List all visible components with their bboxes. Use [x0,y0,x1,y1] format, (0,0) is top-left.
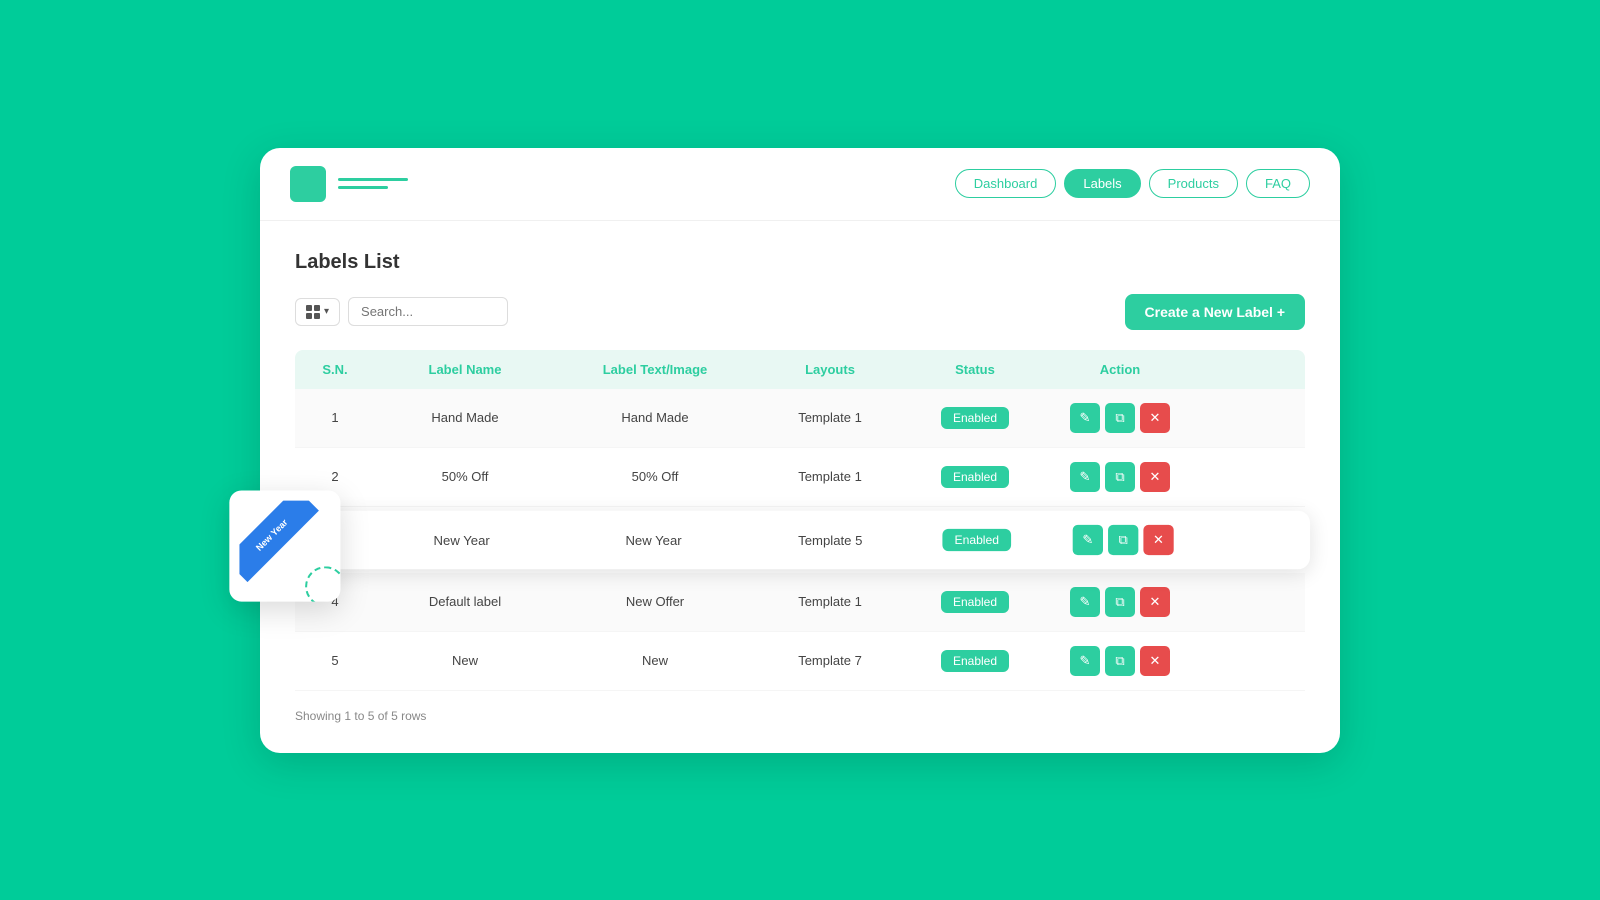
col-layouts: Layouts [755,362,905,377]
cell-status: Enabled [905,636,1045,686]
grid-icon [306,305,320,319]
col-label-text: Label Text/Image [555,362,755,377]
status-badge: Enabled [941,591,1009,613]
nav-buttons: Dashboard Labels Products FAQ [955,169,1310,198]
label-preview-popup: New Year [229,490,340,601]
showing-text: Showing 1 to 5 of 5 rows [295,709,1305,723]
cell-label-name: Hand Made [375,396,555,439]
chevron-down-icon: ▾ [324,306,329,317]
cell-action: ✎ ⧉ ✕ [1045,632,1195,690]
labels-table: S.N. Label Name Label Text/Image Layouts… [295,350,1305,691]
cell-layout: Template 5 [755,518,906,561]
col-label-name: Label Name [375,362,555,377]
nav-faq[interactable]: FAQ [1246,169,1310,198]
status-badge: Enabled [942,528,1011,550]
grid-view-button[interactable]: ▾ [295,298,340,326]
cell-label-text: New Year [553,518,755,561]
cell-label-name: 50% Off [375,455,555,498]
edit-button[interactable]: ✎ [1070,403,1100,433]
search-input[interactable] [348,297,508,326]
cell-layout: Template 1 [755,396,905,439]
status-badge: Enabled [941,650,1009,672]
action-buttons: ✎ ⧉ ✕ [1054,524,1193,554]
ribbon: New Year [239,500,318,581]
cell-label-text: New [555,639,755,682]
table-row: 1 Hand Made Hand Made Template 1 Enabled… [295,389,1305,448]
toolbar-left: ▾ [295,297,508,326]
cell-label-text: 50% Off [555,455,755,498]
page-title: Labels List [295,251,1305,274]
action-buttons: ✎ ⧉ ✕ [1051,403,1189,433]
cell-label-name: New Year [371,518,553,561]
delete-button[interactable]: ✕ [1140,587,1170,617]
copy-button[interactable]: ⧉ [1105,587,1135,617]
cell-status: Enabled [905,577,1045,627]
create-label-button[interactable]: Create a New Label + [1125,294,1305,330]
cell-label-text: New Offer [555,580,755,623]
cell-layout: Template 7 [755,639,905,682]
action-buttons: ✎ ⧉ ✕ [1051,462,1189,492]
action-buttons: ✎ ⧉ ✕ [1051,646,1189,676]
cell-action: ✎ ⧉ ✕ [1045,448,1195,506]
action-buttons: ✎ ⧉ ✕ [1051,587,1189,617]
logo-line-1 [338,178,408,181]
cell-action: ✎ ⧉ ✕ [1047,510,1199,569]
table-header: S.N. Label Name Label Text/Image Layouts… [295,350,1305,389]
delete-button[interactable]: ✕ [1140,462,1170,492]
table-row: 5 New New Template 7 Enabled ✎ ⧉ ✕ [295,632,1305,691]
copy-button[interactable]: ⧉ [1105,403,1135,433]
copy-button[interactable]: ⧉ [1105,646,1135,676]
cell-status: Enabled [905,452,1045,502]
status-badge: Enabled [941,466,1009,488]
delete-button[interactable]: ✕ [1140,403,1170,433]
copy-button[interactable]: ⧉ [1108,524,1138,554]
col-status: Status [905,362,1045,377]
logo-icon [290,166,326,202]
delete-button[interactable]: ✕ [1140,646,1170,676]
top-nav: Dashboard Labels Products FAQ [260,148,1340,221]
table-row: 4 Default label New Offer Template 1 Ena… [295,573,1305,632]
app-window: Dashboard Labels Products FAQ Labels Lis… [260,148,1340,753]
dashed-circle-decoration [305,566,340,601]
content-area: Labels List ▾ Create a New Label + S.N. … [260,221,1340,753]
cell-status: Enabled [906,514,1047,565]
cell-action: ✎ ⧉ ✕ [1045,573,1195,631]
cell-label-name: Default label [375,580,555,623]
edit-button[interactable]: ✎ [1073,524,1103,554]
cell-label-text: Hand Made [555,396,755,439]
edit-button[interactable]: ✎ [1070,462,1100,492]
status-badge: Enabled [941,407,1009,429]
col-sn: S.N. [295,362,375,377]
table-row-highlighted: New Year 3 New Year New Year Template 5 … [290,510,1310,569]
delete-button[interactable]: ✕ [1143,524,1173,554]
ribbon-text: New Year [254,517,290,553]
copy-button[interactable]: ⧉ [1105,462,1135,492]
cell-layout: Template 1 [755,580,905,623]
edit-button[interactable]: ✎ [1070,587,1100,617]
cell-sn: 5 [295,639,375,682]
nav-dashboard[interactable]: Dashboard [955,169,1057,198]
logo-area [290,166,955,202]
table-row: 2 50% Off 50% Off Template 1 Enabled ✎ ⧉… [295,448,1305,507]
logo-lines [338,178,408,189]
toolbar: ▾ Create a New Label + [295,294,1305,330]
cell-label-name: New [375,639,555,682]
cell-sn: 1 [295,396,375,439]
nav-labels[interactable]: Labels [1064,169,1140,198]
nav-products[interactable]: Products [1149,169,1238,198]
cell-layout: Template 1 [755,455,905,498]
cell-status: Enabled [905,393,1045,443]
cell-action: ✎ ⧉ ✕ [1045,389,1195,447]
edit-button[interactable]: ✎ [1070,646,1100,676]
col-action: Action [1045,362,1195,377]
logo-line-2 [338,186,388,189]
